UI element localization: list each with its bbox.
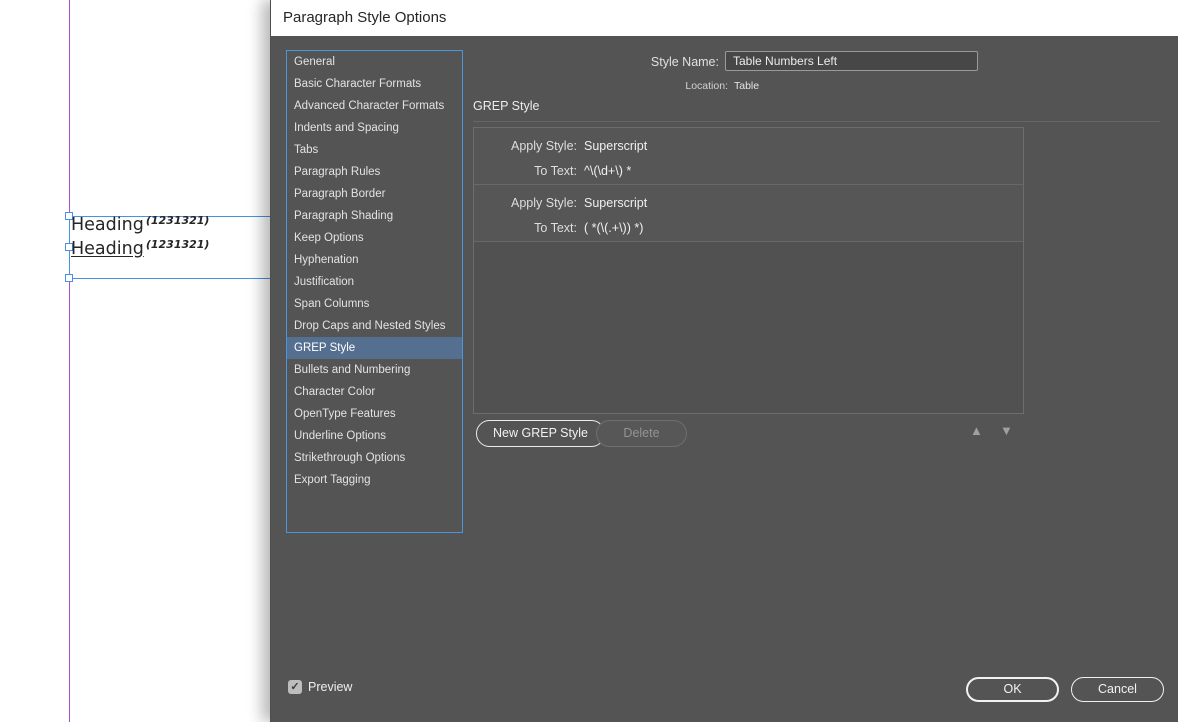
sidebar-item-export-tagging[interactable]: Export Tagging <box>287 469 462 491</box>
sidebar-item-hyphenation[interactable]: Hyphenation <box>287 249 462 271</box>
heading-superscript: (1231321) <box>145 214 210 227</box>
sidebar-item-indents-and-spacing[interactable]: Indents and Spacing <box>287 117 462 139</box>
frame-handle-bottom-left[interactable] <box>65 274 73 282</box>
apply-style-label: Apply Style: <box>510 196 577 210</box>
to-text-value[interactable]: ^\(\d+\) * <box>584 162 631 180</box>
text-frame-bottom-edge <box>69 278 270 279</box>
sidebar-item-paragraph-shading[interactable]: Paragraph Shading <box>287 205 462 227</box>
margin-guide <box>69 0 70 722</box>
sidebar-item-justification[interactable]: Justification <box>287 271 462 293</box>
sidebar-item-general[interactable]: General <box>287 51 462 73</box>
cancel-button[interactable]: Cancel <box>1071 677 1164 702</box>
apply-style-value[interactable]: Superscript <box>584 137 647 155</box>
sidebar-item-opentype-features[interactable]: OpenType Features <box>287 403 462 425</box>
dialog-title: Paragraph Style Options <box>271 0 1178 36</box>
heading-word-underlined: Heading <box>71 239 144 259</box>
sidebar-item-basic-character-formats[interactable]: Basic Character Formats <box>287 73 462 95</box>
sidebar-item-drop-caps-and-nested-styles[interactable]: Drop Caps and Nested Styles <box>287 315 462 337</box>
app-canvas: Heading (1231321) Heading (1231321) Paragr… <box>0 0 1178 722</box>
location-value: Table <box>734 80 760 92</box>
to-text-label: To Text: <box>534 164 577 178</box>
move-rule-down-icon[interactable]: ▼ <box>1000 423 1013 438</box>
to-text-value[interactable]: ( *(\(.+\)) *) <box>584 219 643 237</box>
paragraph-style-options-dialog: Paragraph Style Options General Basic Ch… <box>270 0 1178 722</box>
apply-style-value[interactable]: Superscript <box>584 194 647 212</box>
heading-word: Heading <box>71 215 144 235</box>
sidebar-item-paragraph-rules[interactable]: Paragraph Rules <box>287 161 462 183</box>
sidebar-item-tabs[interactable]: Tabs <box>287 139 462 161</box>
location-label: Location: <box>685 80 728 92</box>
sidebar-item-span-columns[interactable]: Span Columns <box>287 293 462 315</box>
style-category-list: General Basic Character Formats Advanced… <box>286 50 463 533</box>
sidebar-item-strikethrough-options[interactable]: Strikethrough Options <box>287 447 462 469</box>
grep-rule-row-1[interactable]: Apply Style: Superscript To Text: ^\(\d+… <box>474 128 1023 185</box>
to-text-label: To Text: <box>534 221 577 235</box>
move-rule-up-icon[interactable]: ▲ <box>970 423 983 438</box>
heading-text-1: Heading (1231321) <box>71 214 210 237</box>
sidebar-item-paragraph-border[interactable]: Paragraph Border <box>287 183 462 205</box>
section-divider <box>473 121 1160 122</box>
sidebar-item-grep-style[interactable]: GREP Style <box>287 337 462 359</box>
sidebar-item-advanced-character-formats[interactable]: Advanced Character Formats <box>287 95 462 117</box>
heading-superscript: (1231321) <box>145 238 210 251</box>
grep-rules-list: Apply Style: Superscript To Text: ^\(\d+… <box>473 127 1024 414</box>
style-name-input[interactable] <box>725 51 978 71</box>
sidebar-item-keep-options[interactable]: Keep Options <box>287 227 462 249</box>
sidebar-item-underline-options[interactable]: Underline Options <box>287 425 462 447</box>
new-grep-style-button[interactable]: New GREP Style <box>476 420 605 447</box>
grep-style-section-heading: GREP Style <box>473 99 540 113</box>
ok-button[interactable]: OK <box>966 677 1059 702</box>
sidebar-item-character-color[interactable]: Character Color <box>287 381 462 403</box>
grep-rule-row-2[interactable]: Apply Style: Superscript To Text: ( *(\(… <box>474 185 1023 242</box>
style-name-label: Style Name: <box>650 55 719 69</box>
sidebar-item-bullets-and-numbering[interactable]: Bullets and Numbering <box>287 359 462 381</box>
apply-style-label: Apply Style: <box>510 139 577 153</box>
preview-label: Preview <box>308 680 353 694</box>
preview-checkbox[interactable]: ✓ <box>288 680 302 694</box>
heading-text-2: Heading (1231321) <box>71 238 210 261</box>
delete-button[interactable]: Delete <box>596 420 687 447</box>
